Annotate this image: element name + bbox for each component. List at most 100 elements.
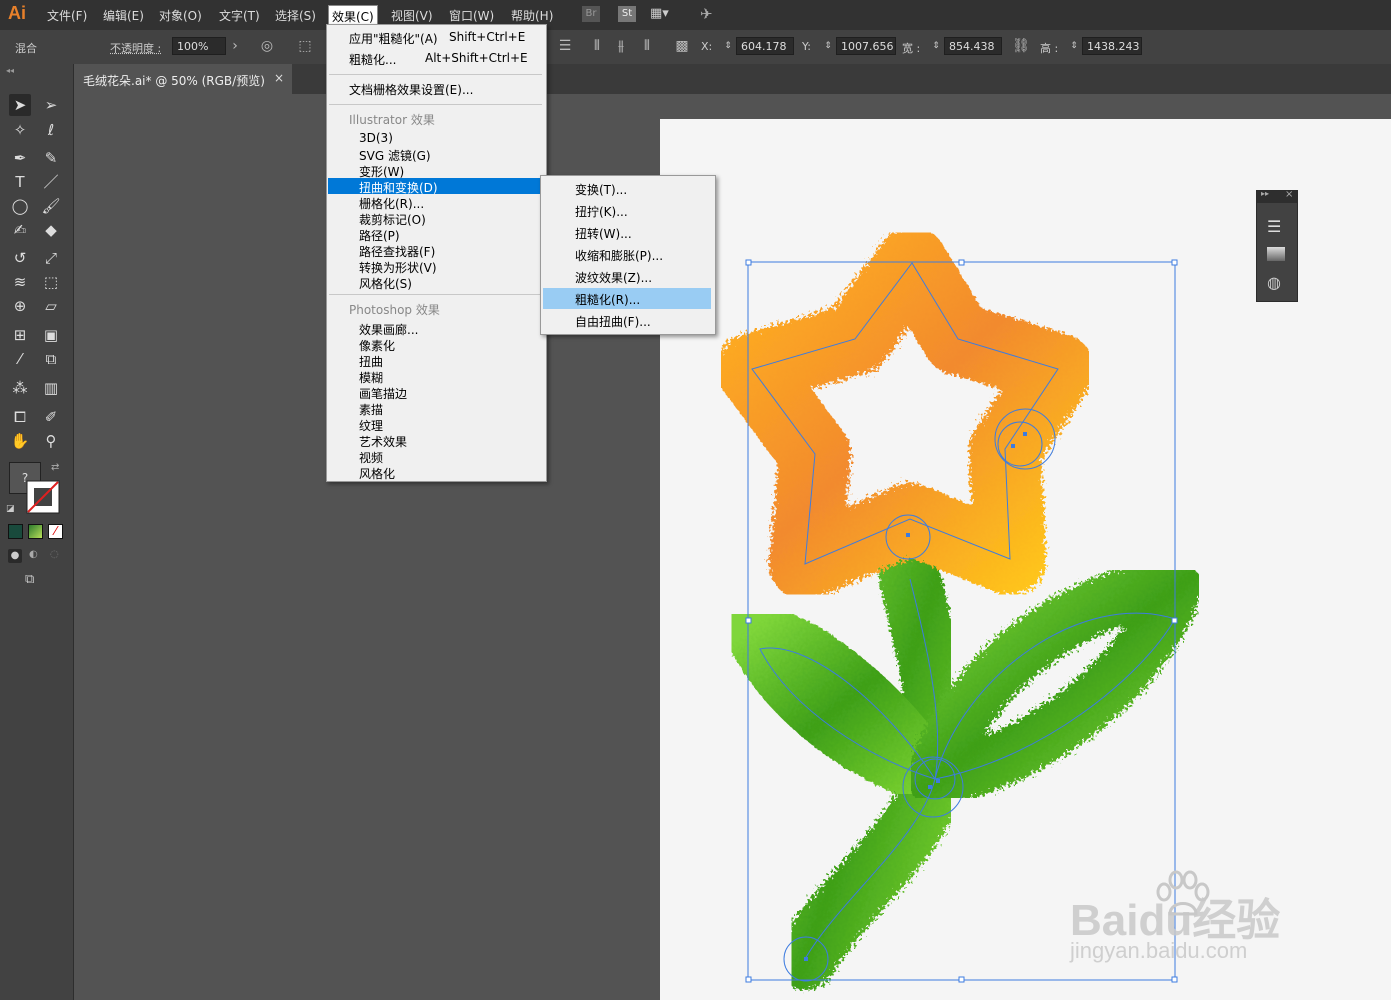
raster-effects-settings-item[interactable]: 文档栅格效果设置(E)... <box>349 81 473 98</box>
swap-colors-icon[interactable]: ⇄ <box>51 462 59 473</box>
height-input[interactable]: 1438.243 <box>1082 37 1142 55</box>
last-effect-item[interactable]: 粗糙化... <box>349 51 396 68</box>
none-mode-icon[interactable]: ⁄ <box>48 524 63 539</box>
menu-item-svg-filters[interactable]: SVG 滤镜(G) <box>359 147 431 164</box>
zoom-tool-icon[interactable]: ⚲ <box>40 430 62 452</box>
direct-selection-tool-icon[interactable]: ➢ <box>40 94 62 116</box>
menu-help[interactable]: 帮助(H) <box>508 7 556 24</box>
opacity-input[interactable]: 100% <box>172 37 226 55</box>
bridge-button[interactable]: Br <box>582 6 600 22</box>
line-tool-icon[interactable]: ／ <box>40 171 62 193</box>
close-panel-icon[interactable]: × <box>1285 189 1293 200</box>
menu-type[interactable]: 文字(T) <box>216 7 263 24</box>
collapse-toolbar-icon[interactable]: ◂◂ <box>6 66 14 75</box>
menu-item-distort[interactable]: 扭曲 <box>359 353 383 370</box>
eraser-tool-icon[interactable]: ◆ <box>40 219 62 241</box>
x-input[interactable]: 604.178 <box>736 37 794 55</box>
opacity-label[interactable]: 不透明度 : <box>110 40 161 56</box>
flower-star[interactable] <box>716 227 1094 600</box>
menu-view[interactable]: 视图(V) <box>388 7 436 24</box>
column-graph-tool-icon[interactable]: ▥ <box>40 377 62 399</box>
menu-item-distort-transform[interactable]: 扭曲和变换(D) <box>359 179 438 196</box>
pen-tool-icon[interactable]: ✒ <box>9 147 31 169</box>
perspective-grid-tool-icon[interactable]: ▱ <box>40 295 62 317</box>
align-center-icon[interactable]: ⫵ <box>612 37 630 55</box>
draw-normal-icon[interactable]: ● <box>8 549 22 563</box>
draw-inside-icon[interactable]: ◌ <box>50 549 59 560</box>
transform-reference-icon[interactable]: ▩ <box>673 37 691 55</box>
menu-item-stylize[interactable]: 风格化(S) <box>359 275 412 292</box>
submenu-item-pucker-bloat[interactable]: 收缩和膨胀(P)... <box>575 247 663 264</box>
recolor-icon[interactable]: ◎ <box>258 37 276 55</box>
magic-wand-tool-icon[interactable]: ✧ <box>9 119 31 141</box>
menu-item-effect-gallery[interactable]: 效果画廊... <box>359 321 418 338</box>
width-input[interactable]: 854.438 <box>944 37 1002 55</box>
mesh-tool-icon[interactable]: ⊞ <box>9 324 31 346</box>
menu-edit[interactable]: 编辑(E) <box>100 7 147 24</box>
menu-object[interactable]: 对象(O) <box>156 7 205 24</box>
shaper-tool-icon[interactable]: ✍ <box>9 219 31 241</box>
shape-builder-tool-icon[interactable]: ⊕ <box>9 295 31 317</box>
submenu-item-free-distort[interactable]: 自由扭曲(F)... <box>575 313 651 330</box>
menu-item-convert-to-shape[interactable]: 转换为形状(V) <box>359 259 437 276</box>
free-transform-tool-icon[interactable]: ⬚ <box>40 271 62 293</box>
ellipse-tool-icon[interactable]: ◯ <box>9 195 31 217</box>
gradient-panel-icon[interactable] <box>1267 247 1285 261</box>
link-proportions-icon[interactable]: ⛓ <box>1012 37 1030 55</box>
stroke-swatch[interactable] <box>25 479 61 515</box>
chevron-right-icon[interactable]: › <box>226 37 244 55</box>
submenu-item-transform[interactable]: 变换(T)... <box>575 181 627 198</box>
type-tool-icon[interactable]: T <box>9 171 31 193</box>
menu-item-rasterize[interactable]: 栅格化(R)... <box>359 195 424 212</box>
apply-last-effect-item[interactable]: 应用"粗糙化"(A) <box>349 30 438 47</box>
width-stepper[interactable]: ⇕ <box>930 37 942 55</box>
menu-select[interactable]: 选择(S) <box>272 7 319 24</box>
warp-tool-icon[interactable]: ≋ <box>9 271 31 293</box>
artboard-tool-icon[interactable]: ⧠ <box>9 406 31 428</box>
slice-tool-icon[interactable]: ✐ <box>40 406 62 428</box>
default-colors-icon[interactable]: ◪ <box>6 504 15 514</box>
menu-window[interactable]: 窗口(W) <box>446 7 497 24</box>
gpu-performance-icon[interactable]: ✈ <box>700 5 713 23</box>
menu-item-blur[interactable]: 模糊 <box>359 369 383 386</box>
submenu-item-roughen[interactable]: 粗糙化(R)... <box>575 291 640 308</box>
blend-tool-icon[interactable]: ⧉ <box>40 348 62 370</box>
document-tab[interactable]: 毛绒花朵.ai* @ 50% (RGB/预览) × <box>74 64 292 94</box>
curvature-tool-icon[interactable]: ✎ <box>40 147 62 169</box>
select-similar-icon[interactable]: ⬚ <box>296 37 314 55</box>
y-stepper[interactable]: ⇕ <box>822 37 834 55</box>
align-right-icon[interactable]: ⫴ <box>638 37 656 55</box>
gradient-tool-icon[interactable]: ▣ <box>40 324 62 346</box>
close-icon[interactable]: × <box>274 71 284 85</box>
gradient-mode-icon[interactable] <box>28 524 43 539</box>
align-left-icon[interactable]: ⫴ <box>588 37 606 55</box>
menu-item-path[interactable]: 路径(P) <box>359 227 400 244</box>
menu-item-stylize-photoshop[interactable]: 风格化 <box>359 465 395 482</box>
screen-mode-icon[interactable]: ⧉ <box>25 572 34 587</box>
properties-panel-icon[interactable]: ☰ <box>1267 217 1281 236</box>
menu-item-crop-marks[interactable]: 裁剪标记(O) <box>359 211 426 228</box>
menu-item-pathfinder[interactable]: 路径查找器(F) <box>359 243 435 260</box>
menu-item-sketch[interactable]: 素描 <box>359 401 383 418</box>
flower-leaf-right[interactable] <box>907 561 1203 807</box>
lasso-tool-icon[interactable]: ℓ <box>40 119 62 141</box>
stock-button[interactable]: St <box>618 6 636 22</box>
paintbrush-tool-icon[interactable]: 🖌 <box>40 195 62 217</box>
submenu-item-twist[interactable]: 扭转(W)... <box>575 225 632 242</box>
y-input[interactable]: 1007.656 <box>836 37 896 55</box>
x-stepper[interactable]: ⇕ <box>722 37 734 55</box>
align-top-icon[interactable]: ☰ <box>556 37 574 55</box>
eyedropper-tool-icon[interactable]: ⁄ <box>9 348 31 370</box>
expand-panels-icon[interactable]: ▸▸ <box>1261 189 1269 198</box>
symbol-sprayer-tool-icon[interactable]: ⁂ <box>9 377 31 399</box>
menu-item-artistic[interactable]: 艺术效果 <box>359 433 407 450</box>
selection-tool-icon[interactable]: ➤ <box>9 94 31 116</box>
transparency-panel-icon[interactable]: ◍ <box>1267 273 1281 292</box>
workspace-layout-icon[interactable]: ▦▾ <box>650 6 669 21</box>
hand-tool-icon[interactable]: ✋ <box>9 430 31 452</box>
height-stepper[interactable]: ⇕ <box>1068 37 1080 55</box>
menu-file[interactable]: 文件(F) <box>44 7 90 24</box>
menu-item-video[interactable]: 视频 <box>359 449 383 466</box>
color-mode-icon[interactable] <box>8 524 23 539</box>
submenu-item-tweak[interactable]: 扭拧(K)... <box>575 203 628 220</box>
